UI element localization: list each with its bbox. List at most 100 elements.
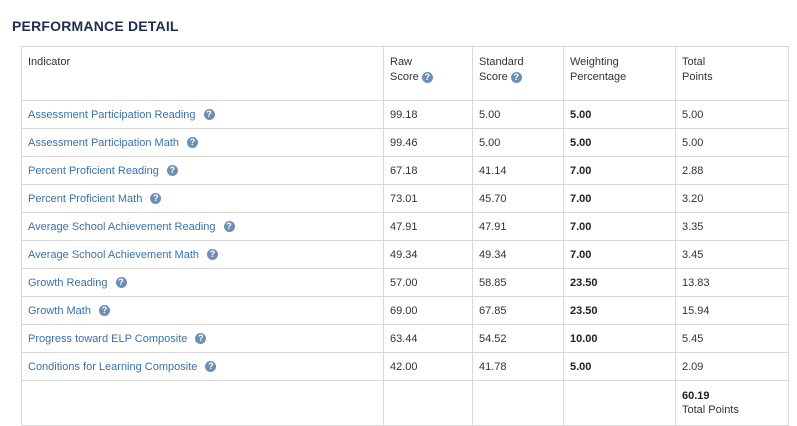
table-row: Percent Proficient Math? 73.01 45.70 7.0… [21, 184, 789, 213]
header-indicator-label: Indicator [28, 56, 71, 68]
question-circle-icon[interactable]: ? [115, 277, 127, 289]
total-points-cell: 15.94 [675, 296, 789, 325]
table-row: Average School Achievement Math? 49.34 4… [21, 240, 789, 269]
question-circle-icon[interactable]: ? [187, 137, 199, 149]
total-points-value: 60.19 [682, 390, 710, 402]
header-raw-score-line1: Raw [390, 56, 413, 68]
question-circle-icon[interactable]: ? [195, 333, 207, 345]
weighting-cell: 5.00 [563, 100, 676, 129]
header-total-points: Total Points [675, 46, 789, 101]
raw-score-cell: 47.91 [383, 212, 473, 241]
indicator-link[interactable]: Assessment Participation Reading [28, 109, 196, 121]
question-circle-icon[interactable]: ? [223, 221, 235, 233]
weighting-cell: 10.00 [563, 324, 676, 353]
total-points-cell: 2.09 [675, 352, 789, 381]
indicator-cell: Assessment Participation Math? [21, 128, 384, 157]
indicator-cell: Percent Proficient Reading? [21, 156, 384, 185]
performance-detail-table: Indicator Raw Score? Standard Score? Wei… [21, 46, 789, 426]
total-points-cell: 5.00 [675, 128, 789, 157]
header-standard-score-line1: Standard [479, 56, 524, 68]
page-title: PERFORMANCE DETAIL [12, 18, 179, 34]
indicator-cell: Growth Reading? [21, 268, 384, 297]
table-row: Assessment Participation Reading? 99.18 … [21, 100, 789, 129]
indicator-link[interactable]: Average School Achievement Reading [28, 221, 216, 233]
question-circle-icon[interactable]: ? [421, 71, 433, 83]
indicator-link[interactable]: Percent Proficient Reading [28, 165, 159, 177]
header-standard-score-line2: Score [479, 71, 508, 83]
weighting-cell: 7.00 [563, 212, 676, 241]
raw-score-cell: 99.18 [383, 100, 473, 129]
table-row: Percent Proficient Reading? 67.18 41.14 … [21, 156, 789, 185]
question-circle-icon[interactable]: ? [207, 249, 219, 261]
header-total-line1: Total [682, 56, 706, 68]
question-circle-icon[interactable]: ? [205, 361, 217, 373]
total-points-cell: 3.20 [675, 184, 789, 213]
question-circle-icon[interactable]: ? [166, 165, 178, 177]
standard-score-cell: 5.00 [472, 128, 564, 157]
weighting-cell: 7.00 [563, 184, 676, 213]
table-header-row: Indicator Raw Score? Standard Score? Wei… [21, 46, 789, 101]
weighting-cell: 7.00 [563, 156, 676, 185]
empty-cell [383, 380, 473, 426]
total-points-cell: 2.88 [675, 156, 789, 185]
empty-cell [563, 380, 676, 426]
table-row: Growth Math? 69.00 67.85 23.50 15.94 [21, 296, 789, 325]
standard-score-cell: 41.78 [472, 352, 564, 381]
standard-score-cell: 58.85 [472, 268, 564, 297]
weighting-cell: 23.50 [563, 296, 676, 325]
standard-score-cell: 5.00 [472, 100, 564, 129]
indicator-link[interactable]: Assessment Participation Math [28, 137, 179, 149]
header-raw-score-line2: Score [390, 71, 419, 83]
total-points-cell: 3.35 [675, 212, 789, 241]
question-circle-icon[interactable]: ? [203, 109, 215, 121]
weighting-cell: 5.00 [563, 128, 676, 157]
raw-score-cell: 73.01 [383, 184, 473, 213]
weighting-cell: 23.50 [563, 268, 676, 297]
header-raw-score: Raw Score? [383, 46, 473, 101]
table-row: Growth Reading? 57.00 58.85 23.50 13.83 [21, 268, 789, 297]
standard-score-cell: 67.85 [472, 296, 564, 325]
question-circle-icon[interactable]: ? [510, 71, 522, 83]
raw-score-cell: 99.46 [383, 128, 473, 157]
total-points-cell: 13.83 [675, 268, 789, 297]
question-circle-icon[interactable]: ? [150, 193, 162, 205]
raw-score-cell: 42.00 [383, 352, 473, 381]
indicator-link[interactable]: Conditions for Learning Composite [28, 361, 197, 373]
empty-cell [21, 380, 384, 426]
total-points-summary: 60.19 Total Points [675, 380, 789, 426]
question-circle-icon[interactable]: ? [98, 305, 110, 317]
weighting-cell: 5.00 [563, 352, 676, 381]
header-total-line2: Points [682, 71, 713, 83]
total-row: 60.19 Total Points [21, 380, 789, 426]
raw-score-cell: 63.44 [383, 324, 473, 353]
indicator-link[interactable]: Progress toward ELP Composite [28, 333, 187, 345]
indicator-cell: Assessment Participation Reading? [21, 100, 384, 129]
total-points-cell: 3.45 [675, 240, 789, 269]
indicator-link[interactable]: Growth Reading [28, 277, 108, 289]
header-weighting-line1: Weighting [570, 56, 619, 68]
indicator-cell: Conditions for Learning Composite? [21, 352, 384, 381]
raw-score-cell: 69.00 [383, 296, 473, 325]
standard-score-cell: 54.52 [472, 324, 564, 353]
standard-score-cell: 45.70 [472, 184, 564, 213]
indicator-cell: Growth Math? [21, 296, 384, 325]
raw-score-cell: 67.18 [383, 156, 473, 185]
table-row: Average School Achievement Reading? 47.9… [21, 212, 789, 241]
indicator-link[interactable]: Average School Achievement Math [28, 249, 199, 261]
table-row: Progress toward ELP Composite? 63.44 54.… [21, 324, 789, 353]
indicator-link[interactable]: Percent Proficient Math [28, 193, 142, 205]
header-indicator: Indicator [21, 46, 384, 101]
indicator-cell: Average School Achievement Math? [21, 240, 384, 269]
header-weighting-percentage: Weighting Percentage [563, 46, 676, 101]
empty-cell [472, 380, 564, 426]
indicator-cell: Average School Achievement Reading? [21, 212, 384, 241]
header-weighting-line2: Percentage [570, 71, 627, 83]
standard-score-cell: 47.91 [472, 212, 564, 241]
indicator-link[interactable]: Growth Math [28, 305, 91, 317]
indicator-cell: Percent Proficient Math? [21, 184, 384, 213]
performance-table-container: Indicator Raw Score? Standard Score? Wei… [21, 46, 789, 426]
table-row: Conditions for Learning Composite? 42.00… [21, 352, 789, 381]
raw-score-cell: 57.00 [383, 268, 473, 297]
indicator-cell: Progress toward ELP Composite? [21, 324, 384, 353]
standard-score-cell: 49.34 [472, 240, 564, 269]
